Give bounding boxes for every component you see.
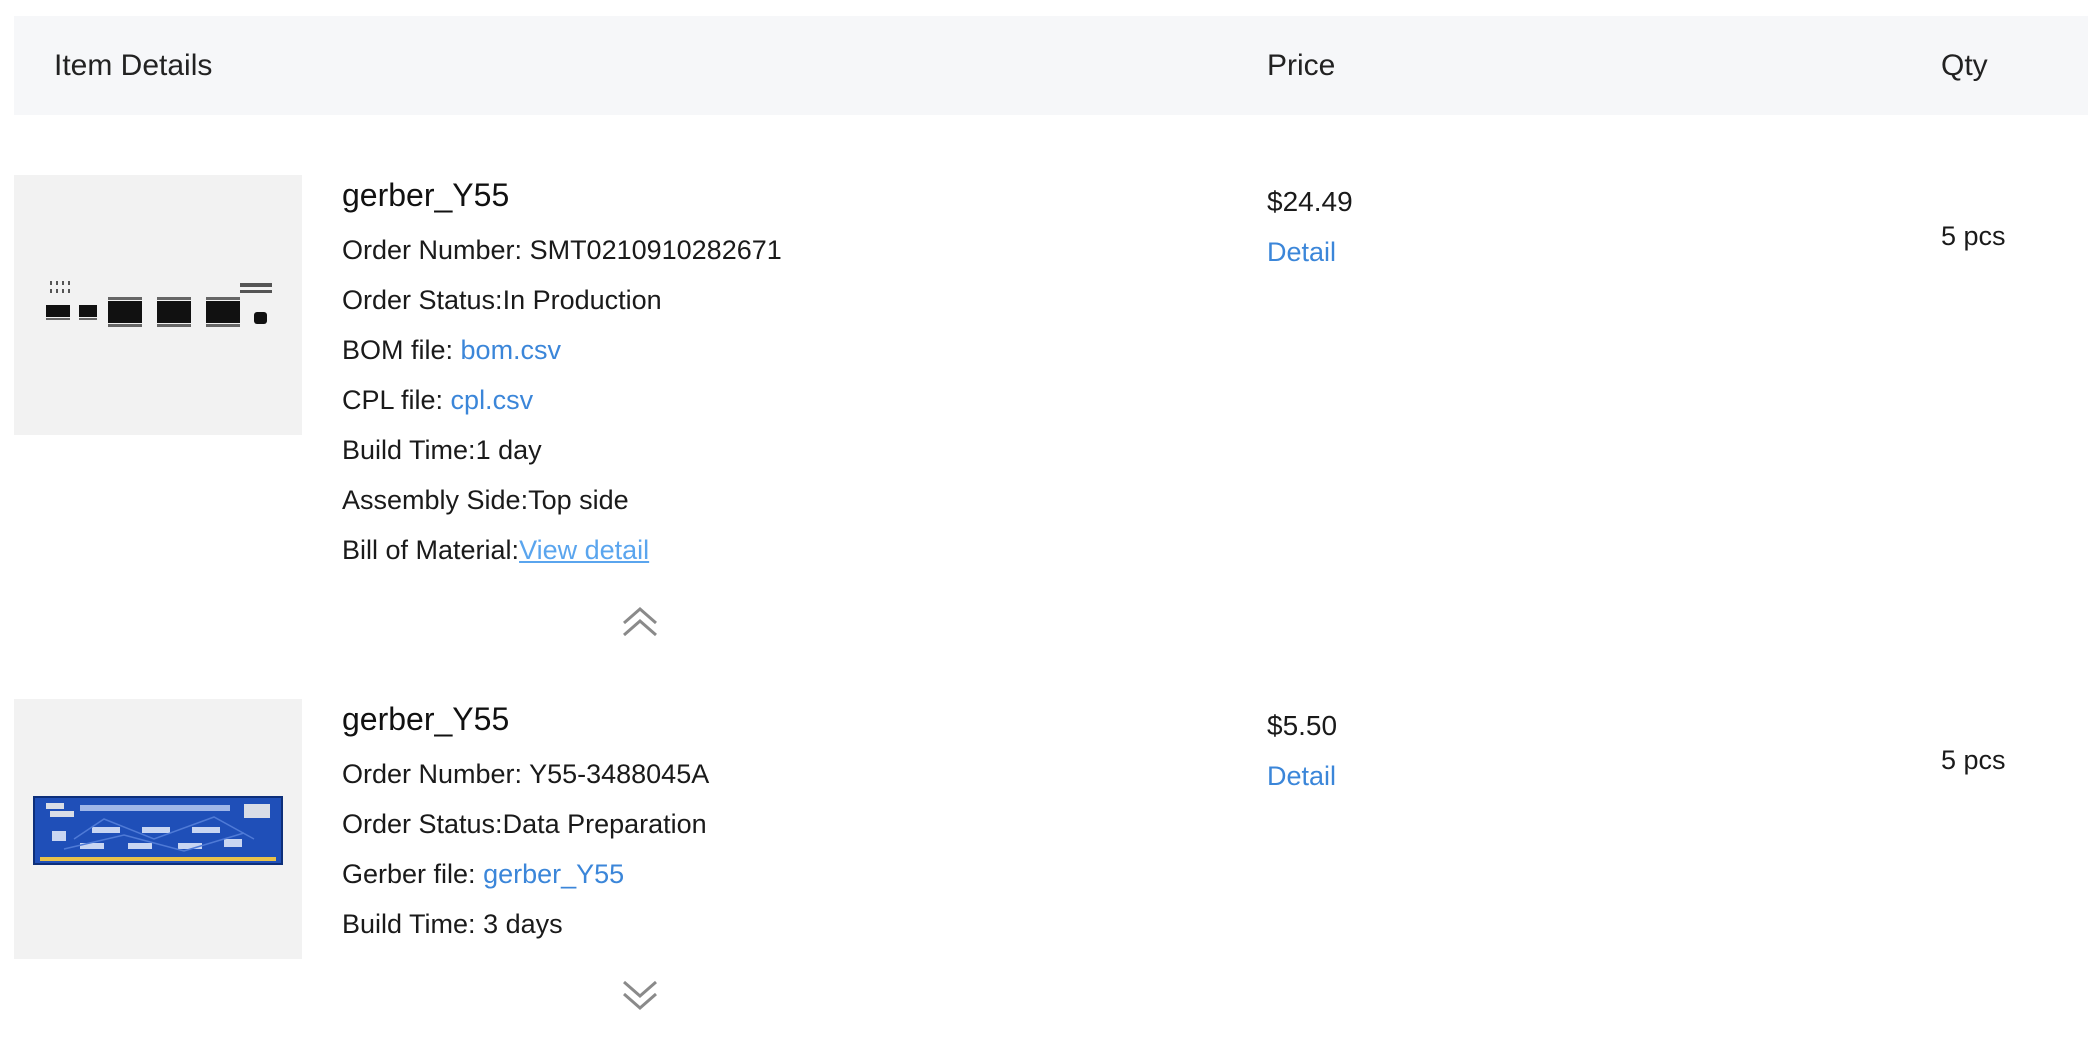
build-time-value: 3 days	[483, 909, 563, 939]
price-value: $5.50	[1267, 710, 1338, 741]
header-item-details: Item Details	[54, 49, 213, 82]
smt-components-image	[46, 281, 272, 327]
bom-file: BOM file: bom.csv	[342, 332, 782, 382]
order-info: gerber_Y55 Order Number: SMT021091028267…	[342, 175, 782, 582]
price-cell: $5.50 Detail	[1267, 699, 1337, 792]
order-number-label: Order Number:	[342, 235, 530, 265]
detail-link[interactable]: Detail	[1267, 761, 1337, 792]
order-status-label: Order Status:	[342, 809, 503, 839]
view-detail-link[interactable]: View detail	[519, 535, 649, 565]
bill-of-material: Bill of Material:View detail	[342, 532, 782, 582]
order-status: Order Status:In Production	[342, 282, 782, 332]
order-title: gerber_Y55	[342, 701, 510, 737]
header-price: Price	[1267, 49, 1336, 82]
order-number: Order Number: SMT0210910282671	[342, 232, 782, 282]
bom-file-link[interactable]: bom.csv	[461, 335, 562, 365]
build-time-label: Build Time:	[342, 909, 484, 939]
product-thumbnail[interactable]	[14, 175, 302, 435]
build-time: Build Time: 3 days	[342, 906, 709, 956]
qty-value: 5 pcs	[1941, 221, 2006, 251]
pcb-board-image	[33, 796, 283, 865]
table-header: Item Details Price Qty	[14, 16, 2088, 115]
order-info: gerber_Y55 Order Number: Y55-3488045A Or…	[342, 699, 709, 956]
order-number-label: Order Number:	[342, 759, 530, 789]
gerber-file: Gerber file: gerber_Y55	[342, 856, 709, 906]
build-time: Build Time:1 day	[342, 432, 782, 482]
gerber-file-label: Gerber file:	[342, 859, 484, 889]
build-time-value: 1 day	[475, 435, 542, 465]
order-number-value: Y55-3488045A	[529, 759, 710, 789]
chevron-double-down-icon	[623, 980, 657, 1010]
cpl-file: CPL file: cpl.csv	[342, 382, 782, 432]
chevron-double-up-icon	[623, 607, 657, 637]
order-status-value: Data Preparation	[502, 809, 707, 839]
assembly-side-label: Assembly Side:	[342, 485, 529, 515]
assembly-side: Assembly Side:Top side	[342, 482, 782, 532]
order-status: Order Status:Data Preparation	[342, 806, 709, 856]
order-status-label: Order Status:	[342, 285, 503, 315]
collapse-button[interactable]	[620, 603, 660, 639]
bill-of-material-label: Bill of Material:	[342, 535, 520, 565]
detail-link[interactable]: Detail	[1267, 237, 1353, 268]
expand-button[interactable]	[620, 978, 660, 1014]
order-number: Order Number: Y55-3488045A	[342, 756, 709, 806]
gerber-file-link[interactable]: gerber_Y55	[483, 859, 624, 889]
price-value: $24.49	[1267, 186, 1353, 217]
order-title: gerber_Y55	[342, 177, 510, 213]
product-thumbnail[interactable]	[14, 699, 302, 959]
header-qty: Qty	[1941, 49, 1988, 82]
qty-value: 5 pcs	[1941, 745, 2006, 775]
order-status-value: In Production	[502, 285, 662, 315]
order-number-value: SMT0210910282671	[529, 235, 782, 265]
bom-file-label: BOM file:	[342, 335, 461, 365]
build-time-label: Build Time:	[342, 435, 476, 465]
assembly-side-value: Top side	[528, 485, 629, 515]
cpl-file-label: CPL file:	[342, 385, 451, 415]
cpl-file-link[interactable]: cpl.csv	[451, 385, 534, 415]
price-cell: $24.49 Detail	[1267, 175, 1353, 268]
